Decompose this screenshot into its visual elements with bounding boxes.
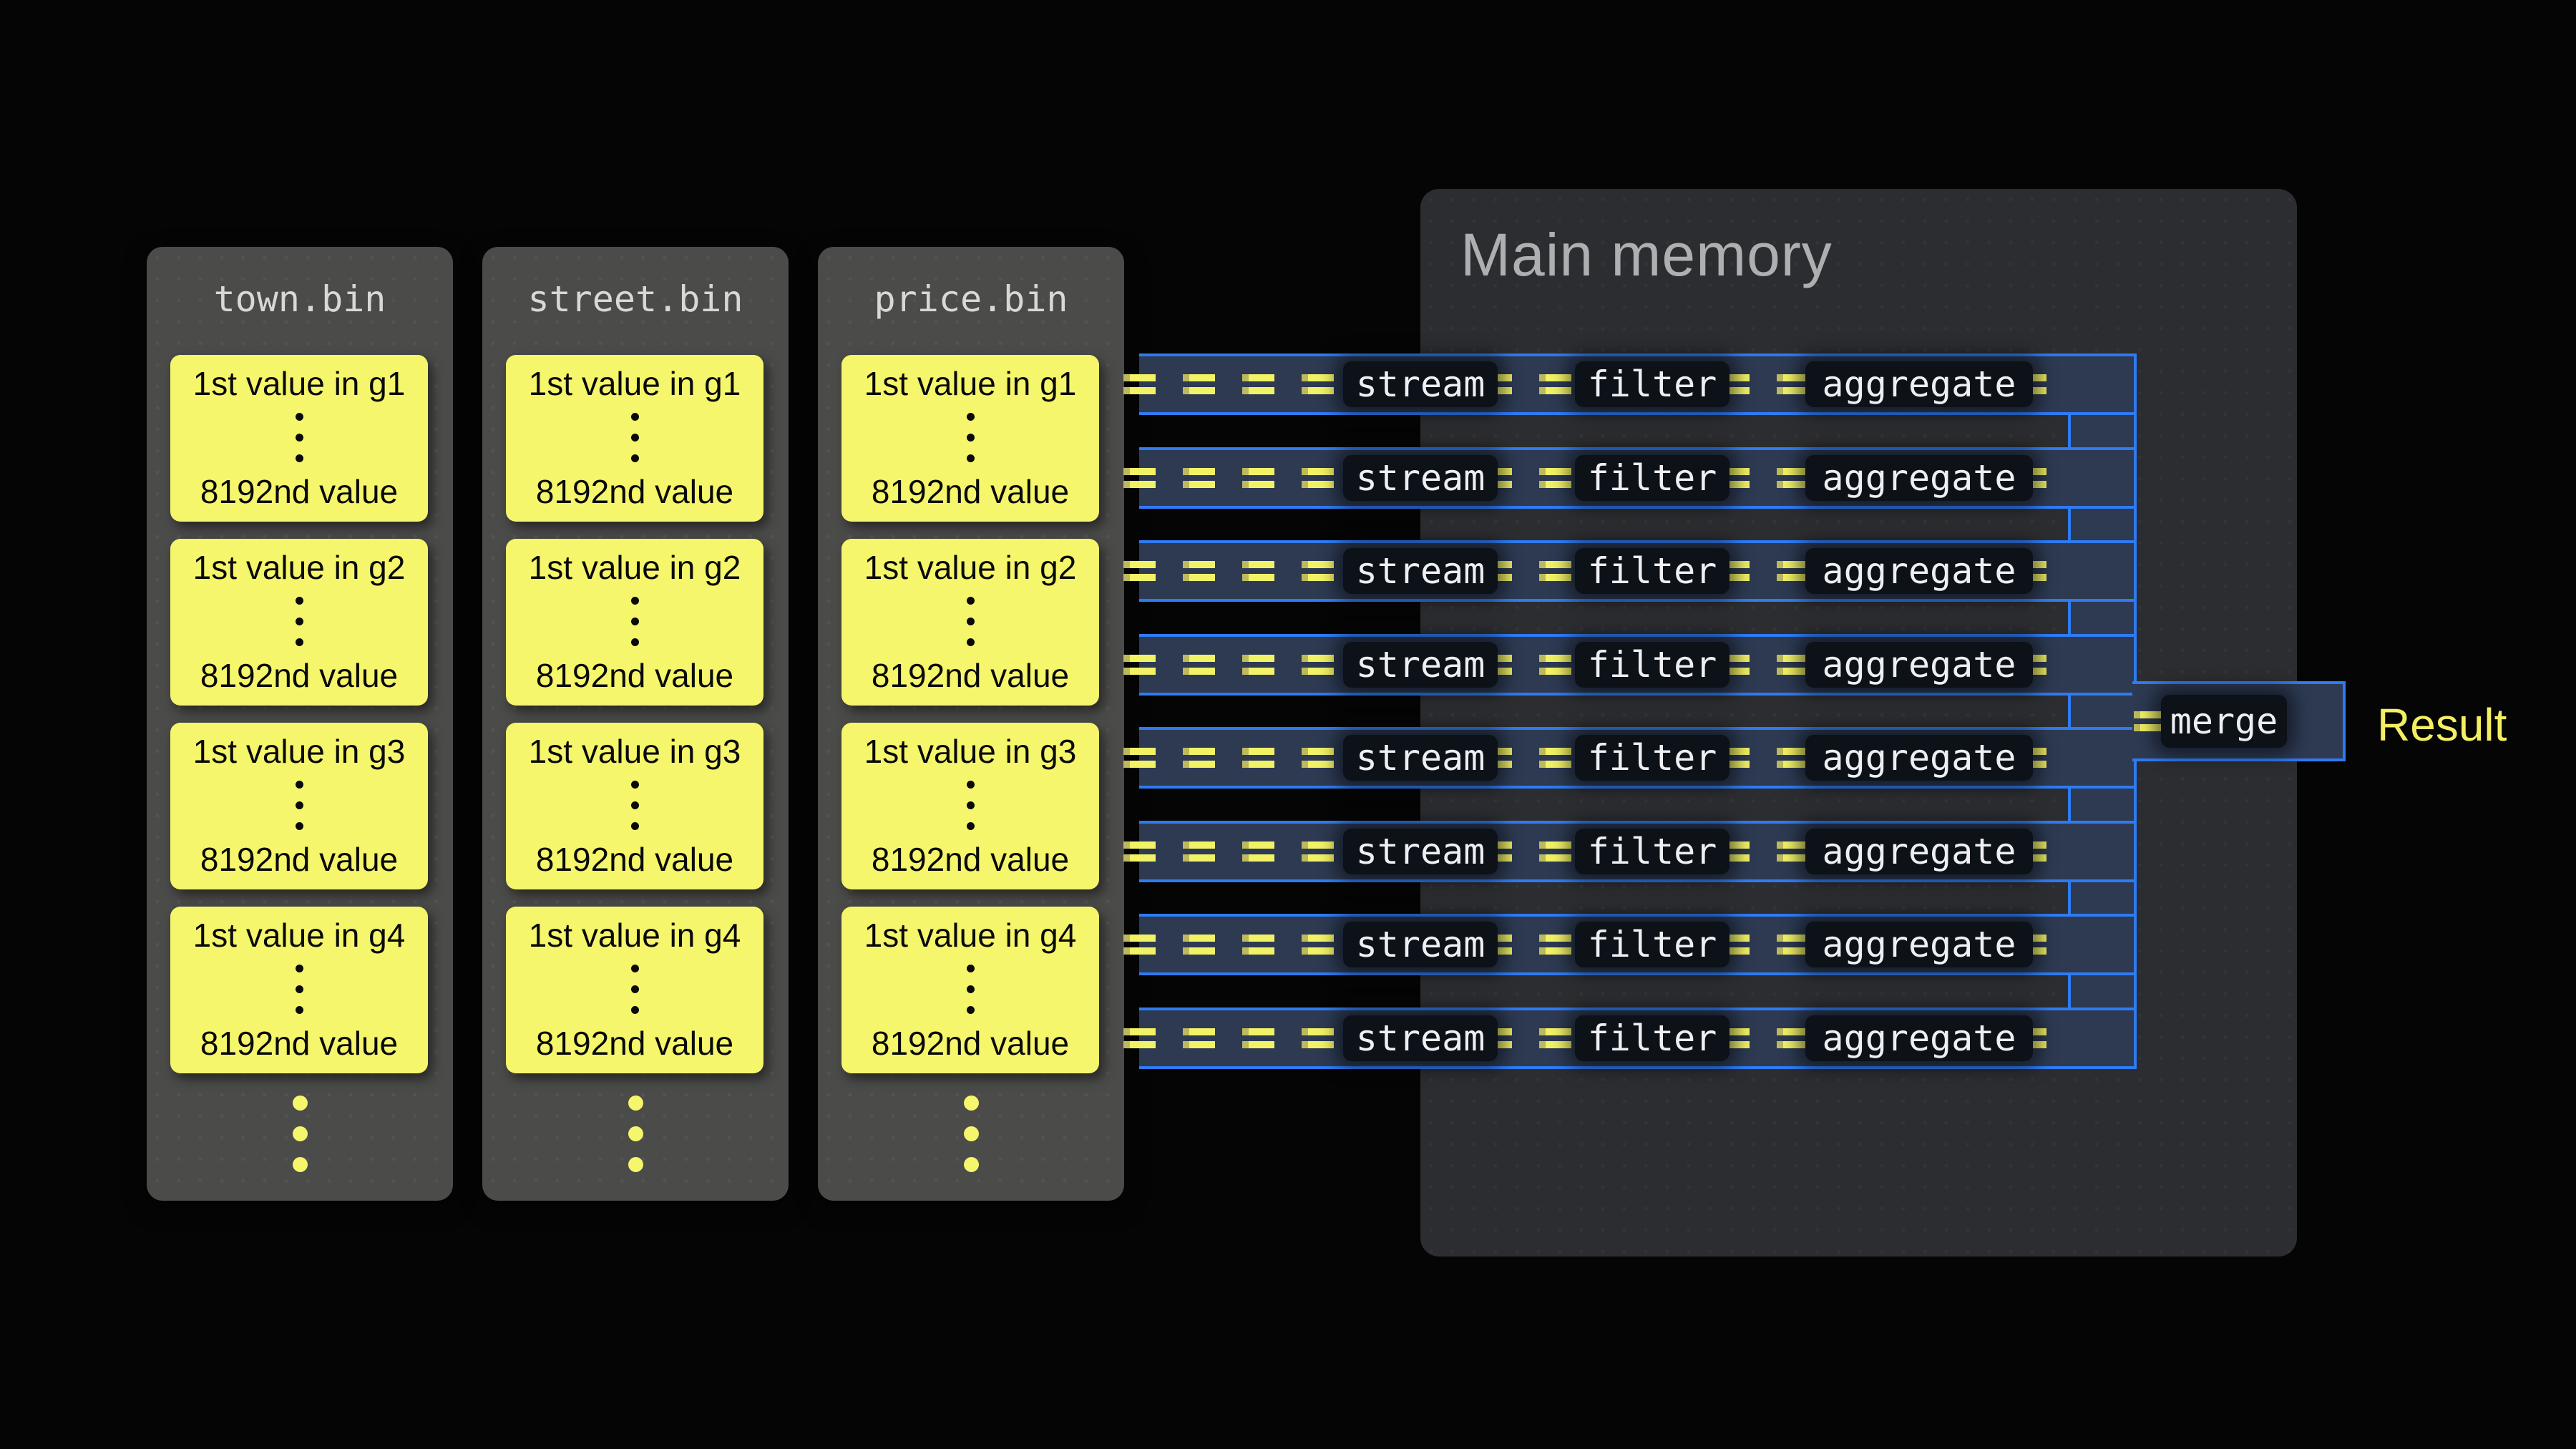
filter-pill: filter: [1575, 455, 1729, 501]
aggregate-pill: aggregate: [1805, 1015, 2033, 1061]
filter-pill: filter: [1575, 548, 1729, 594]
stream-pill: stream: [1343, 922, 1498, 967]
pipeline-row: stream filter aggregate: [1139, 540, 2137, 602]
pipeline-row: stream filter aggregate: [1139, 914, 2137, 975]
stream-pill: stream: [1343, 361, 1498, 407]
aggregate-pill: aggregate: [1805, 829, 2033, 874]
pipeline-row: stream filter aggregate: [1139, 634, 2137, 696]
aggregate-pill: aggregate: [1805, 922, 2033, 967]
aggregate-pill: aggregate: [1805, 642, 2033, 688]
filter-pill: filter: [1575, 829, 1729, 874]
pipeline-row: stream filter aggregate: [1139, 727, 2137, 789]
aggregate-pill: aggregate: [1805, 735, 2033, 781]
stream-pill: stream: [1343, 455, 1498, 501]
filter-pill: filter: [1575, 361, 1729, 407]
stream-pill: stream: [1343, 829, 1498, 874]
merge-box: merge: [2132, 681, 2346, 761]
aggregate-pill: aggregate: [1805, 455, 2033, 501]
pipeline-row: stream filter aggregate: [1139, 353, 2137, 415]
diagram-canvas: Main memory town.bin 1st value in g1 819…: [0, 0, 2576, 1449]
pipeline-row: stream filter aggregate: [1139, 447, 2137, 509]
filter-pill: filter: [1575, 735, 1729, 781]
aggregate-pill: aggregate: [1805, 361, 2033, 407]
stream-pill: stream: [1343, 1015, 1498, 1061]
filter-pill: filter: [1575, 922, 1729, 967]
aggregate-pill: aggregate: [1805, 548, 2033, 594]
stream-pill: stream: [1343, 642, 1498, 688]
pipeline-row: stream filter aggregate: [1139, 821, 2137, 882]
pipeline-row: stream filter aggregate: [1139, 1008, 2137, 1069]
merge-pill: merge: [2161, 695, 2287, 748]
stream-pill: stream: [1343, 735, 1498, 781]
filter-pill: filter: [1575, 1015, 1729, 1061]
stream-pill: stream: [1343, 548, 1498, 594]
filter-pill: filter: [1575, 642, 1729, 688]
